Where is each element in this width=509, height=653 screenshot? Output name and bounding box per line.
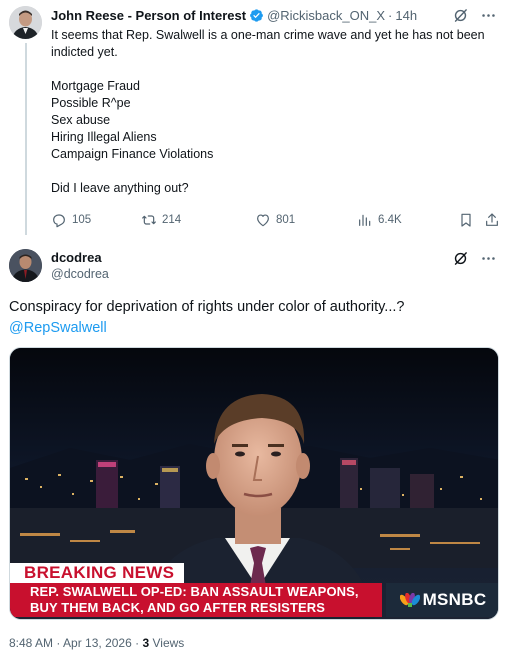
separator-dot: · — [56, 636, 61, 650]
reply-button[interactable]: 105 — [51, 210, 91, 230]
more-options-icon[interactable] — [480, 250, 497, 267]
separator-dot: · — [135, 636, 140, 650]
timestamp[interactable]: 14h — [395, 8, 417, 23]
like-button[interactable]: 801 — [255, 210, 295, 230]
repost-count: 214 — [162, 214, 182, 226]
verified-badge-icon — [250, 8, 263, 22]
tweet-tools — [452, 7, 497, 24]
more-options-icon[interactable] — [480, 7, 497, 24]
tweet-media-image[interactable]: BREAKING NEWS REP. SWALWELL OP-ED: BAN A… — [9, 347, 499, 620]
tweet-line: Conspiracy for deprivation of rights und… — [9, 299, 405, 315]
network-name: MSNBC — [422, 590, 487, 609]
views-label: Views — [152, 636, 185, 650]
views-chart-icon — [359, 214, 371, 226]
like-count: 801 — [276, 214, 296, 226]
tweet-footer: 8:48 AM · Apr 13, 2026 · 3 Views — [9, 636, 184, 650]
views-count: 3 — [142, 636, 150, 650]
bookmark-icon — [461, 213, 471, 227]
views-count: 6.4K — [378, 214, 402, 226]
repost-icon — [142, 215, 156, 225]
headline-line-2: BUY THEM BACK, AND GO AFTER RESISTERS — [30, 600, 326, 615]
reply-icon — [53, 214, 65, 228]
avatar-photo — [9, 249, 42, 282]
thread-connector — [25, 43, 27, 235]
tweet-line: Sex abuse — [51, 113, 111, 127]
tweet-line: Did I leave anything out? — [51, 181, 189, 195]
author-name[interactable]: dcodrea — [51, 250, 102, 265]
share-icon — [486, 213, 498, 226]
tweet-line: Hiring Illegal Aliens — [51, 130, 157, 144]
tweet-line: Mortgage Fraud — [51, 79, 140, 93]
tweet-text: Conspiracy for deprivation of rights und… — [9, 297, 499, 339]
author-avatar[interactable] — [9, 6, 42, 39]
peacock-icon — [399, 593, 420, 607]
separator-dot: · — [388, 7, 393, 23]
author-name[interactable]: John Reese - Person of Interest — [51, 8, 246, 23]
tweet-header: John Reese - Person of Interest @Rickisb… — [51, 6, 417, 24]
avatar-photo — [9, 6, 42, 39]
author-handle[interactable]: @dcodrea — [51, 267, 109, 281]
action-bar: 105 214 801 6.4K — [51, 210, 501, 230]
network-logo: MSNBC — [386, 583, 498, 617]
headline-line-1: REP. SWALWELL OP-ED: BAN ASSAULT WEAPONS… — [30, 584, 359, 599]
repost-button[interactable]: 214 — [141, 210, 181, 230]
author-handle[interactable]: @Rickisback_ON_X — [267, 8, 385, 23]
tweet-line: indicted yet. — [51, 45, 118, 59]
mention-link[interactable]: @RepSwalwell — [9, 318, 499, 339]
tweet-line: It seems that Rep. Swalwell is a one-man… — [51, 28, 485, 42]
tweet-text: It seems that Rep. Swalwell is a one-man… — [51, 27, 501, 197]
author-avatar[interactable] — [9, 249, 42, 282]
bookmark-button[interactable] — [458, 210, 474, 230]
grok-icon[interactable] — [452, 250, 469, 267]
grok-icon[interactable] — [452, 7, 469, 24]
post-time[interactable]: 8:48 AM — [9, 636, 53, 650]
heart-icon — [257, 214, 269, 227]
breaking-news-label: BREAKING NEWS — [10, 563, 185, 583]
tweet-line: Possible R^pe — [51, 96, 131, 110]
reply-count: 105 — [72, 214, 92, 226]
tweet-line: Campaign Finance Violations — [51, 147, 214, 161]
post-date[interactable]: Apr 13, 2026 — [63, 636, 132, 650]
tweet-tools — [452, 250, 497, 267]
tweet-1: John Reese - Person of Interest @Rickisb… — [0, 0, 509, 240]
views-button[interactable]: 6.4K — [357, 210, 402, 230]
breaking-news-text: BREAKING NEWS — [24, 563, 175, 582]
share-button[interactable] — [484, 210, 500, 230]
